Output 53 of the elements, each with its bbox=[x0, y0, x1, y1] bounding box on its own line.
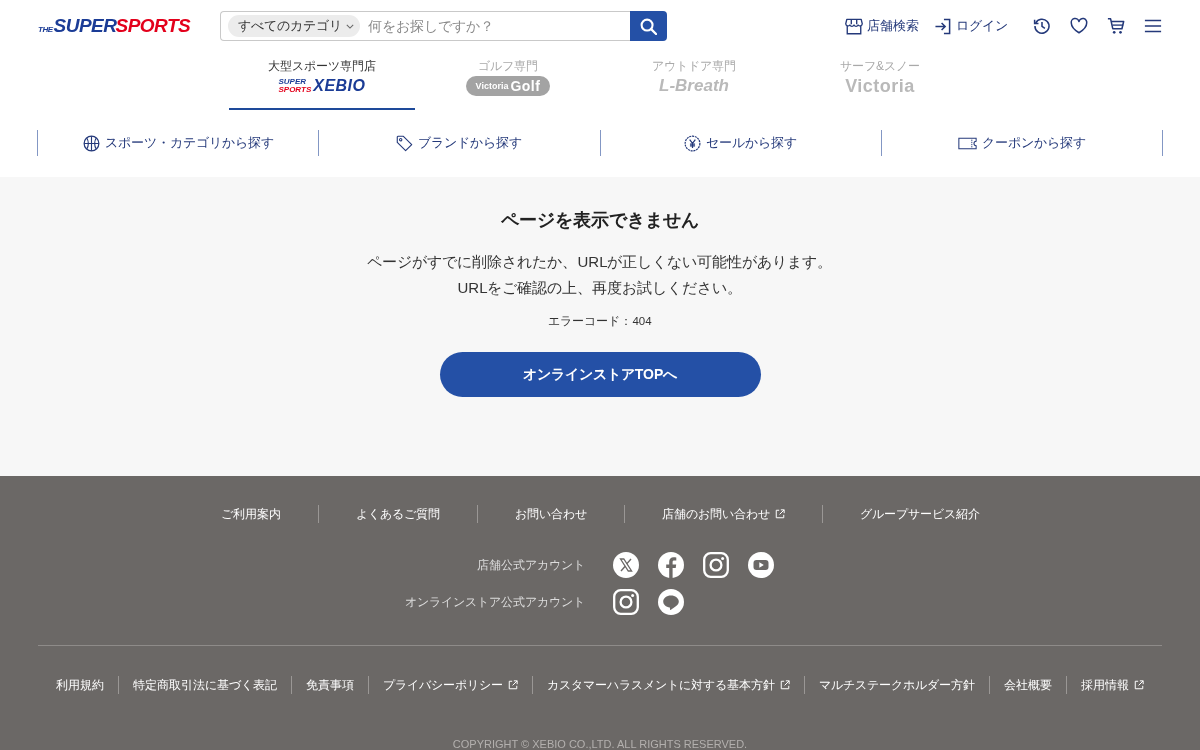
footer-link[interactable]: お問い合わせ bbox=[514, 505, 587, 523]
account-label: オンラインストア公式アカウント bbox=[405, 593, 585, 611]
external-link-icon bbox=[780, 680, 790, 690]
footer-link[interactable]: 店舗のお問い合わせ bbox=[661, 505, 785, 523]
legal-link[interactable]: カスタマーハラスメントに対する基本方針 bbox=[547, 676, 790, 694]
footer-link[interactable]: ご利用案内 bbox=[220, 505, 281, 523]
ball-icon bbox=[82, 134, 100, 152]
menu-icon[interactable] bbox=[1144, 17, 1162, 35]
facebook-icon[interactable] bbox=[658, 552, 684, 578]
login-icon bbox=[934, 17, 952, 35]
ticket-icon bbox=[957, 136, 977, 150]
instagram-icon[interactable] bbox=[613, 589, 639, 615]
chevron-down-icon bbox=[346, 23, 354, 29]
nav-link[interactable]: ブランドから探す bbox=[396, 134, 523, 152]
error-title: ページを表示できません bbox=[501, 209, 699, 232]
error-message: ページがすでに削除されたか、URLが正しくない可能性があります。 URLをご確認の上、再度お試しください。 bbox=[367, 252, 833, 298]
nav-link[interactable]: スポーツ・カテゴリから探す bbox=[82, 134, 274, 152]
storefront-icon bbox=[845, 17, 863, 35]
nav-link[interactable]: セールから探す bbox=[684, 134, 798, 152]
legal-link[interactable]: マルチステークホルダー方針 bbox=[819, 676, 975, 694]
legal-link[interactable]: 採用情報 bbox=[1081, 676, 1144, 694]
legal-link[interactable]: 特定商取引法に基づく表記 bbox=[133, 676, 277, 694]
legal-link[interactable]: プライバシーポリシー bbox=[383, 676, 518, 694]
account-label: 店舗公式アカウント bbox=[477, 556, 585, 574]
youtube-icon[interactable] bbox=[748, 552, 774, 578]
tag-icon bbox=[396, 134, 414, 152]
store-search-button[interactable]: 店舗検索 bbox=[845, 17, 919, 35]
instagram-icon[interactable] bbox=[703, 552, 729, 578]
site-logo[interactable]: THESUPERSPORTS bbox=[38, 15, 198, 37]
search-icon bbox=[640, 17, 657, 35]
yen-coin-icon bbox=[684, 134, 702, 152]
search-button[interactable] bbox=[630, 11, 667, 41]
top-page-button[interactable]: オンラインストアTOPへ bbox=[439, 352, 761, 397]
heart-icon[interactable] bbox=[1070, 17, 1088, 35]
external-link-icon bbox=[508, 680, 518, 690]
footer-link[interactable]: グループサービス紹介 bbox=[859, 505, 980, 523]
legal-link[interactable]: 免責事項 bbox=[306, 676, 354, 694]
legal-link[interactable]: 会社概要 bbox=[1004, 676, 1052, 694]
x-icon[interactable] bbox=[613, 552, 639, 578]
error-code: エラーコード：404 bbox=[548, 314, 652, 329]
category-dropdown[interactable]: すべてのカテゴリ bbox=[228, 15, 360, 37]
cart-icon[interactable] bbox=[1107, 17, 1125, 35]
search-field[interactable]: 何をお探しですか？ bbox=[360, 13, 630, 39]
history-icon[interactable] bbox=[1033, 17, 1051, 35]
speech-bubble-icon[interactable] bbox=[658, 589, 684, 615]
legal-link[interactable]: 利用規約 bbox=[56, 676, 104, 694]
footer-link[interactable]: よくあるご質問 bbox=[355, 505, 440, 523]
search-box[interactable]: すべてのカテゴリ 何をお探しですか？ bbox=[220, 11, 630, 41]
external-link-icon bbox=[774, 509, 785, 519]
external-link-icon bbox=[1134, 680, 1144, 690]
copyright-text: COPYRIGHT © XEBIO CO.,LTD. ALL RIGHTS RESERVED. bbox=[452, 738, 748, 750]
nav-link[interactable]: クーポンから探す bbox=[957, 134, 1086, 152]
login-button[interactable]: ログイン bbox=[934, 17, 1008, 35]
